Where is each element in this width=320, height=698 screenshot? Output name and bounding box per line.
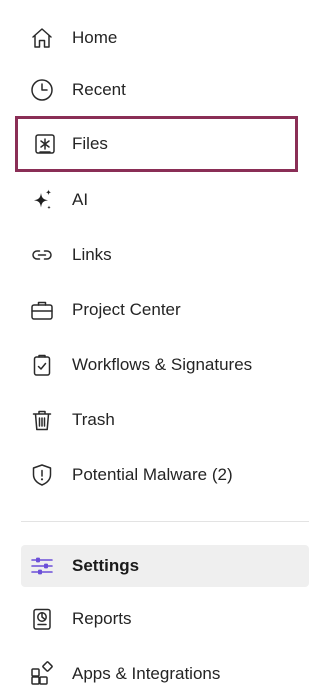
sidebar-item-label: Links xyxy=(72,245,112,264)
sidebar-item-trash[interactable]: Trash xyxy=(21,399,309,441)
apps-icon xyxy=(29,661,55,687)
sidebar-item-ai[interactable]: AI xyxy=(21,179,309,221)
sidebar-item-files[interactable]: Files xyxy=(15,116,298,172)
report-icon xyxy=(29,606,55,632)
sidebar-item-reports[interactable]: Reports xyxy=(21,598,309,640)
sidebar-item-workflows-signatures[interactable]: Workflows & Signatures xyxy=(21,344,309,386)
sidebar-item-label: AI xyxy=(72,190,89,209)
sidebar-item-label: Recent xyxy=(72,80,126,99)
sidebar-item-label: Trash xyxy=(72,410,115,429)
nav-divider xyxy=(21,521,309,522)
link-icon xyxy=(29,242,55,268)
sidebar-item-potential-malware[interactable]: Potential Malware (2) xyxy=(21,454,309,496)
sidebar-item-label: Home xyxy=(72,28,118,47)
clipboard-check-icon xyxy=(29,352,55,378)
trash-icon xyxy=(29,407,55,433)
sidebar-item-recent[interactable]: Recent xyxy=(21,69,309,111)
shield-alert-icon xyxy=(29,462,55,488)
sidebar-item-links[interactable]: Links xyxy=(21,234,309,276)
sidebar-item-project-center[interactable]: Project Center xyxy=(21,289,309,331)
sidebar-item-label: Workflows & Signatures xyxy=(72,355,253,374)
home-icon xyxy=(29,25,55,51)
files-icon xyxy=(32,131,58,157)
sidebar-item-label: Potential Malware (2) xyxy=(72,465,233,484)
sidebar-item-settings[interactable]: Settings xyxy=(21,545,309,587)
sidebar-item-label: Project Center xyxy=(72,300,181,319)
sidebar-item-label: Settings xyxy=(72,556,140,575)
sliders-icon xyxy=(29,553,55,579)
briefcase-icon xyxy=(29,297,55,323)
sidebar-item-apps-integrations[interactable]: Apps & Integrations xyxy=(21,653,309,695)
sparkle-icon xyxy=(29,187,55,213)
sidebar-item-label: Files xyxy=(72,134,108,153)
clock-icon xyxy=(29,77,55,103)
sidebar-nav: Home Recent Files AI Links Project Cente… xyxy=(0,0,312,698)
sidebar-item-label: Apps & Integrations xyxy=(72,664,221,683)
sidebar-item-label: Reports xyxy=(72,609,132,628)
sidebar-item-home[interactable]: Home xyxy=(21,17,309,59)
